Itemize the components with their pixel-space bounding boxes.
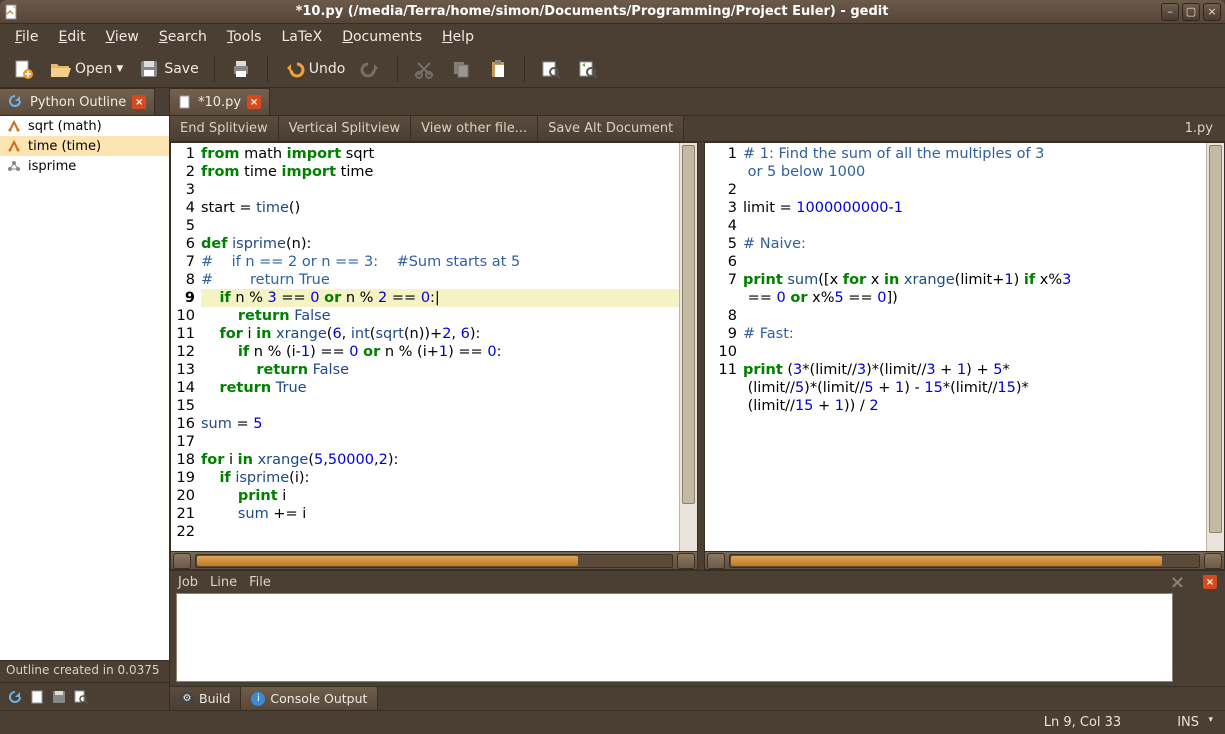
titlebar[interactable]: *10.py (/media/Terra/home/simon/Document… (0, 0, 1225, 24)
outline-item[interactable]: time (time) (0, 136, 169, 156)
menu-tools[interactable]: Tools (218, 26, 271, 48)
sidebar-find-icon[interactable] (72, 688, 90, 706)
sidebar: Python Outline × sqrt (math) time (time) i… (0, 88, 170, 710)
new-file-icon (12, 58, 34, 80)
tab-10py[interactable]: *10.py × (170, 88, 270, 115)
cut-button[interactable] (407, 54, 441, 84)
sidebar-doc-icon[interactable] (28, 688, 46, 706)
vscrollbar-right[interactable] (1206, 143, 1224, 551)
splitview-toolbar: End Splitview Vertical Splitview View ot… (170, 116, 1225, 142)
undo-button[interactable]: Undo (277, 54, 352, 84)
outline-label: time (time) (28, 139, 101, 154)
build-icon: ⚙ (180, 692, 194, 706)
file-icon (178, 95, 192, 109)
minimize-button[interactable]: – (1161, 3, 1179, 21)
bottom-panel: Job Line File × × ⚙Build iConsole Output (170, 570, 1225, 710)
open-button[interactable]: Open ▼ (43, 54, 129, 84)
function-icon (6, 118, 22, 134)
maximize-button[interactable]: ▢ (1182, 3, 1200, 21)
save-icon (138, 58, 160, 80)
save-button[interactable]: Save (132, 54, 204, 84)
tab-build[interactable]: ⚙Build (170, 687, 241, 710)
col-job[interactable]: Job (178, 575, 198, 590)
editor-right[interactable]: 1 234567 891011 # 1: Find the sum of all… (704, 142, 1225, 570)
save-alt-document-button[interactable]: Save Alt Document (538, 116, 684, 141)
info-icon: i (251, 692, 265, 706)
cut-icon (413, 58, 435, 80)
paste-icon (487, 58, 509, 80)
copy-button[interactable] (444, 54, 478, 84)
code-right[interactable]: # 1: Find the sum of all the multiples o… (739, 143, 1206, 551)
new-file-button[interactable] (6, 54, 40, 84)
outline-label: sqrt (math) (28, 119, 102, 134)
vscrollbar-left[interactable] (679, 143, 697, 551)
main-area: *10.py × End Splitview Vertical Splitvie… (170, 88, 1225, 710)
menubar: File Edit View Search Tools LaTeX Docume… (0, 24, 1225, 50)
panel-body[interactable] (176, 593, 1173, 682)
cursor-position: Ln 9, Col 33 (1044, 715, 1121, 730)
outline-item[interactable]: sqrt (math) (0, 116, 169, 136)
right-file-label: 1.py (1173, 116, 1225, 141)
print-button[interactable] (224, 54, 258, 84)
gutter-left: 12345678910111213141516171819202122 (171, 143, 197, 551)
tab-console-output[interactable]: iConsole Output (241, 687, 378, 710)
close-tab-icon[interactable]: × (247, 95, 261, 109)
menu-view[interactable]: View (97, 26, 148, 48)
outline-item[interactable]: isprime (0, 156, 169, 176)
redo-button[interactable] (354, 54, 388, 84)
sidebar-save-icon[interactable] (50, 688, 68, 706)
redo-icon (360, 58, 382, 80)
view-other-file-button[interactable]: View other file... (411, 116, 538, 141)
find-replace-icon (577, 58, 599, 80)
find-replace-button[interactable] (571, 54, 605, 84)
app-icon (4, 4, 20, 20)
sidebar-refresh-icon[interactable] (6, 688, 24, 706)
code-left[interactable]: from math import sqrtfrom time import ti… (197, 143, 679, 551)
statusbar: Ln 9, Col 33 INS (0, 710, 1225, 734)
copy-icon (450, 58, 472, 80)
insert-mode[interactable]: INS (1171, 715, 1215, 730)
open-folder-icon (49, 58, 71, 80)
menu-search[interactable]: Search (150, 26, 216, 48)
find-button[interactable] (534, 54, 568, 84)
print-icon (230, 58, 252, 80)
find-icon (540, 58, 562, 80)
outline-label: isprime (28, 159, 76, 174)
class-icon (6, 158, 22, 174)
hscrollbar-left[interactable] (171, 551, 697, 569)
file-tabs: *10.py × (170, 88, 1225, 116)
panel-hide-icon[interactable]: × (1170, 572, 1185, 593)
chevron-down-icon[interactable]: ▼ (116, 64, 123, 74)
end-splitview-button[interactable]: End Splitview (170, 116, 279, 141)
undo-icon (283, 58, 305, 80)
function-icon (6, 138, 22, 154)
menu-latex[interactable]: LaTeX (272, 26, 331, 48)
paste-button[interactable] (481, 54, 515, 84)
outline-list[interactable]: sqrt (math) time (time) isprime (0, 116, 169, 660)
sidebar-status: Outline created in 0.0375 (0, 660, 169, 682)
sidebar-tab-python-outline[interactable]: Python Outline × (0, 88, 155, 115)
panel-close-icon[interactable]: × (1203, 575, 1217, 589)
refresh-icon (8, 94, 24, 110)
menu-documents[interactable]: Documents (333, 26, 431, 48)
col-line[interactable]: Line (210, 575, 237, 590)
toolbar: Open ▼ Save Undo (0, 50, 1225, 88)
close-button[interactable]: × (1203, 3, 1221, 21)
editor-left[interactable]: 12345678910111213141516171819202122 from… (170, 142, 698, 570)
hscrollbar-right[interactable] (705, 551, 1224, 569)
menu-file[interactable]: File (6, 26, 47, 48)
menu-edit[interactable]: Edit (49, 26, 94, 48)
window-title: *10.py (/media/Terra/home/simon/Document… (26, 4, 1158, 19)
col-file[interactable]: File (249, 575, 271, 590)
gutter-right: 1 234567 891011 (705, 143, 739, 551)
vertical-splitview-button[interactable]: Vertical Splitview (279, 116, 412, 141)
close-tab-icon[interactable]: × (132, 95, 146, 109)
sidebar-toolbar (0, 682, 169, 710)
menu-help[interactable]: Help (433, 26, 483, 48)
